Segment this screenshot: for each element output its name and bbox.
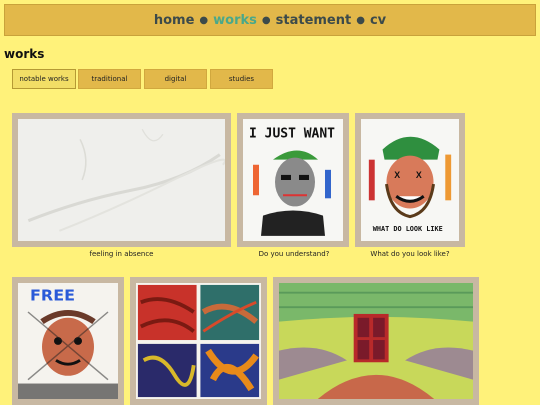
filter-digital-button[interactable]: digital [144,69,207,89]
artwork-caption: feeling in absence [89,250,154,258]
face-drawing-image: I JUST WANT TO [243,119,343,241]
artwork-what-do-you-look-like[interactable]: X X WHAT DO LOOK LIKE [355,113,465,247]
page-title: works [4,47,45,61]
filter-notable-works-button[interactable]: notable works [12,69,76,89]
face-drawing-image: X X WHAT DO LOOK LIKE [361,119,459,241]
svg-text:X: X [416,170,422,180]
artwork-text: FREE [30,286,75,305]
nav-separator: ● [356,14,365,26]
top-nav: home ● works ● statement ● cv [4,4,536,36]
nav-works-link[interactable]: works [213,13,257,28]
artwork-feeling-in-absence[interactable] [12,113,231,247]
nav-separator: ● [261,14,271,26]
artwork-caption: What do you look like? [370,250,450,258]
textured-white-canvas-image [18,119,225,241]
filter-traditional-button[interactable]: traditional [78,69,141,89]
artwork-text: WHAT DO LOOK LIKE [373,225,443,233]
abstract-painting-grid-image [136,283,261,399]
nav-cv-link[interactable]: cv [370,13,386,28]
door-landscape-painting-image [279,283,473,399]
artwork-caption: Do you understand? [258,250,330,258]
nav-separator: ● [199,14,209,26]
artwork-abstract-grid[interactable] [130,277,267,405]
artwork-free[interactable]: FREE [12,277,124,405]
svg-text:X: X [394,170,400,180]
face-drawing-image: FREE [18,283,118,399]
filter-studies-button[interactable]: studies [210,69,273,89]
artwork-door-painting[interactable] [273,277,479,405]
artwork-do-you-understand[interactable]: I JUST WANT TO [237,113,349,247]
nav-statement-link[interactable]: statement [276,13,352,28]
nav-home-link[interactable]: home [154,13,195,28]
artwork-text: I JUST WANT TO [249,126,343,141]
